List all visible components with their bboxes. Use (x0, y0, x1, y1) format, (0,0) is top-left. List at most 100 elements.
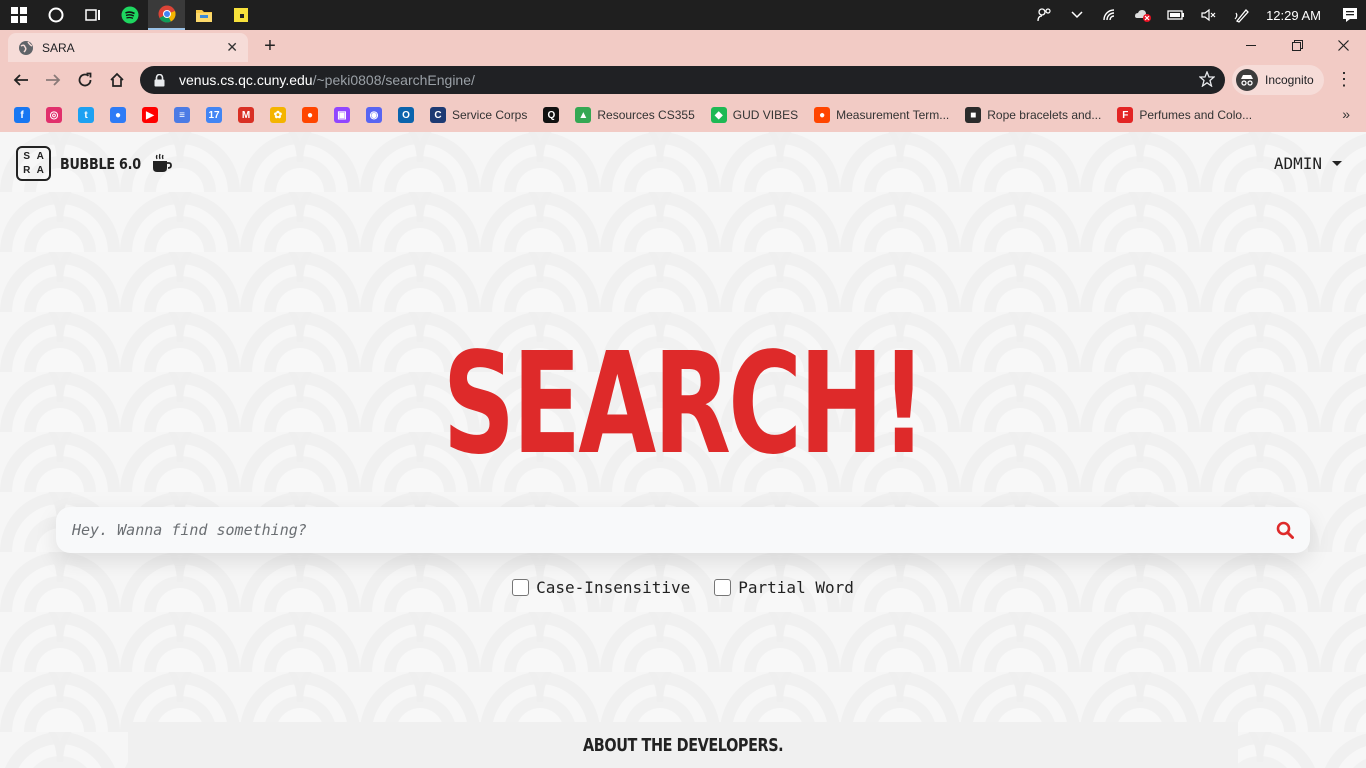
search-input[interactable] (56, 507, 1260, 553)
browser-toolbar: venus.cs.qc.cuny.edu/~peki0808/searchEng… (0, 62, 1366, 98)
tab-strip: SARA ✕ + (0, 30, 1366, 62)
new-tab-button[interactable]: + (258, 34, 282, 58)
facebook-icon: f (14, 107, 30, 123)
bookmark-item[interactable]: ◉ (366, 107, 382, 123)
address-bar[interactable]: venus.cs.qc.cuny.edu/~peki0808/searchEng… (140, 66, 1225, 94)
taskbar-clock[interactable]: 12:29 AM (1258, 8, 1333, 23)
bookmark-item[interactable]: ◎ (46, 107, 62, 123)
chevron-up-icon[interactable] (1060, 0, 1093, 30)
spotify-icon[interactable] (111, 0, 148, 30)
battery-icon[interactable] (1159, 0, 1192, 30)
logo-letter: A (36, 151, 44, 162)
google-forms-icon: ≡ (174, 107, 190, 123)
url-host: venus.cs.qc.cuny.edu (179, 72, 313, 88)
back-button[interactable] (5, 64, 37, 96)
volume-muted-icon[interactable] (1192, 0, 1225, 30)
bookmark-item[interactable]: ≡ (174, 107, 190, 123)
logo-letter: R (23, 165, 31, 176)
browser-chrome: SARA ✕ + venus.cs.qc.cuny.edu/~peki0808/… (0, 30, 1366, 132)
about-developers-section[interactable]: ABOUT THE DEVELOPERS. (128, 722, 1238, 768)
youtube-icon: ▶ (142, 107, 158, 123)
chrome-icon[interactable] (148, 0, 185, 30)
incognito-badge[interactable]: Incognito (1232, 65, 1324, 95)
browser-menu-icon[interactable]: ⋮ (1335, 70, 1353, 88)
hero: SEARCH! (0, 335, 1366, 475)
incognito-icon (1236, 69, 1258, 91)
tab-sara[interactable]: SARA ✕ (8, 33, 248, 62)
twitch-icon: ▣ (334, 107, 350, 123)
lock-icon[interactable] (154, 73, 168, 87)
case-insensitive-label: Case-Insensitive (536, 578, 691, 597)
gmail-icon: M (238, 107, 254, 123)
caret-down-icon (1332, 161, 1342, 166)
bookmark-item[interactable]: F Perfumes and Colo... (1117, 107, 1252, 123)
spotify-playlist-icon: ◆ (710, 107, 727, 123)
people-icon[interactable] (1027, 0, 1060, 30)
pen-icon[interactable] (1225, 0, 1258, 30)
close-window-button[interactable] (1320, 30, 1366, 60)
notification-center-icon[interactable] (1333, 0, 1366, 30)
file-explorer-icon[interactable] (185, 0, 222, 30)
partial-word-label: Partial Word (738, 578, 854, 597)
forward-button[interactable] (37, 64, 69, 96)
reddit-icon: ● (302, 107, 318, 123)
case-insensitive-option[interactable]: Case-Insensitive (512, 578, 690, 597)
windows-start-icon[interactable] (0, 0, 37, 30)
sara-logo: SARA (16, 146, 51, 181)
bookmark-item[interactable]: ● (302, 107, 318, 123)
bookmark-item[interactable]: ● Measurement Term... (814, 107, 949, 123)
bookmark-item[interactable]: O (398, 107, 414, 123)
site-brand[interactable]: SARA BUBBLE 6.0 (16, 146, 173, 181)
bookmark-item[interactable]: ✿ (270, 107, 286, 123)
task-view-icon[interactable] (74, 0, 111, 30)
url-path: /~peki0808/searchEngine/ (312, 72, 475, 88)
bookmark-item[interactable]: C Service Corps (430, 107, 527, 123)
minimize-button[interactable] (1228, 30, 1274, 60)
bookmark-item[interactable]: f (14, 107, 30, 123)
bookmark-label: GUD VIBES (732, 108, 799, 122)
about-developers-heading: ABOUT THE DEVELOPERS. (582, 734, 784, 756)
close-tab-icon[interactable]: ✕ (226, 39, 238, 56)
twitter-icon: t (78, 107, 94, 123)
admin-dropdown[interactable]: ADMIN (1274, 154, 1342, 173)
partial-word-option[interactable]: Partial Word (714, 578, 854, 597)
partial-word-checkbox[interactable] (714, 579, 732, 596)
search-icon[interactable] (1260, 507, 1310, 553)
instagram-icon: ◎ (46, 107, 62, 123)
wifi-icon[interactable] (1093, 0, 1126, 30)
bookmark-item[interactable]: ■ Rope bracelets and... (965, 107, 1101, 123)
bookmark-item[interactable]: ▶ (142, 107, 158, 123)
home-button[interactable] (101, 64, 133, 96)
bookmark-item[interactable]: ● (110, 107, 126, 123)
reddit-icon: ● (814, 107, 831, 123)
system-tray: 12:29 AM (1027, 0, 1366, 30)
bookmark-item[interactable]: ▣ (334, 107, 350, 123)
bookmark-item[interactable]: t (78, 107, 94, 123)
bookmark-item[interactable]: M (238, 107, 254, 123)
shop-icon: ■ (965, 107, 982, 123)
bookmark-item[interactable]: 17 (206, 107, 222, 123)
reload-button[interactable] (69, 64, 101, 96)
search-bar (56, 507, 1310, 553)
discord-icon: ◉ (366, 107, 382, 123)
globe-icon (19, 40, 33, 55)
bookmark-label: Resources CS355 (597, 108, 695, 122)
admin-label: ADMIN (1273, 154, 1322, 173)
incognito-label: Incognito (1265, 73, 1314, 87)
restore-button[interactable] (1274, 30, 1320, 60)
notion-icon: Q (543, 107, 560, 123)
case-insensitive-checkbox[interactable] (512, 579, 530, 596)
bookmark-item[interactable]: ▲ Resources CS355 (575, 107, 695, 123)
fragrance-icon: F (1117, 107, 1134, 123)
logo-letter: S (23, 151, 31, 162)
url-text: venus.cs.qc.cuny.edu/~peki0808/searchEng… (179, 72, 475, 88)
bookmark-item[interactable]: ◆ GUD VIBES (710, 107, 799, 123)
bookmark-item[interactable]: Q (543, 107, 560, 123)
more-bookmarks-icon[interactable]: » (1342, 106, 1350, 122)
onedrive-error-icon[interactable] (1126, 0, 1159, 30)
sticky-notes-icon[interactable] (222, 0, 259, 30)
cortana-icon[interactable] (37, 0, 74, 30)
bookmarks-bar: f ◎ t ● ▶ ≡ 17 M ✿ ● ▣ ◉ O C Service Corps Q ▲ Resources … (0, 98, 1366, 132)
search-options: Case-Insensitive Partial Word (0, 578, 1366, 597)
bookmark-star-icon[interactable] (1198, 70, 1216, 92)
